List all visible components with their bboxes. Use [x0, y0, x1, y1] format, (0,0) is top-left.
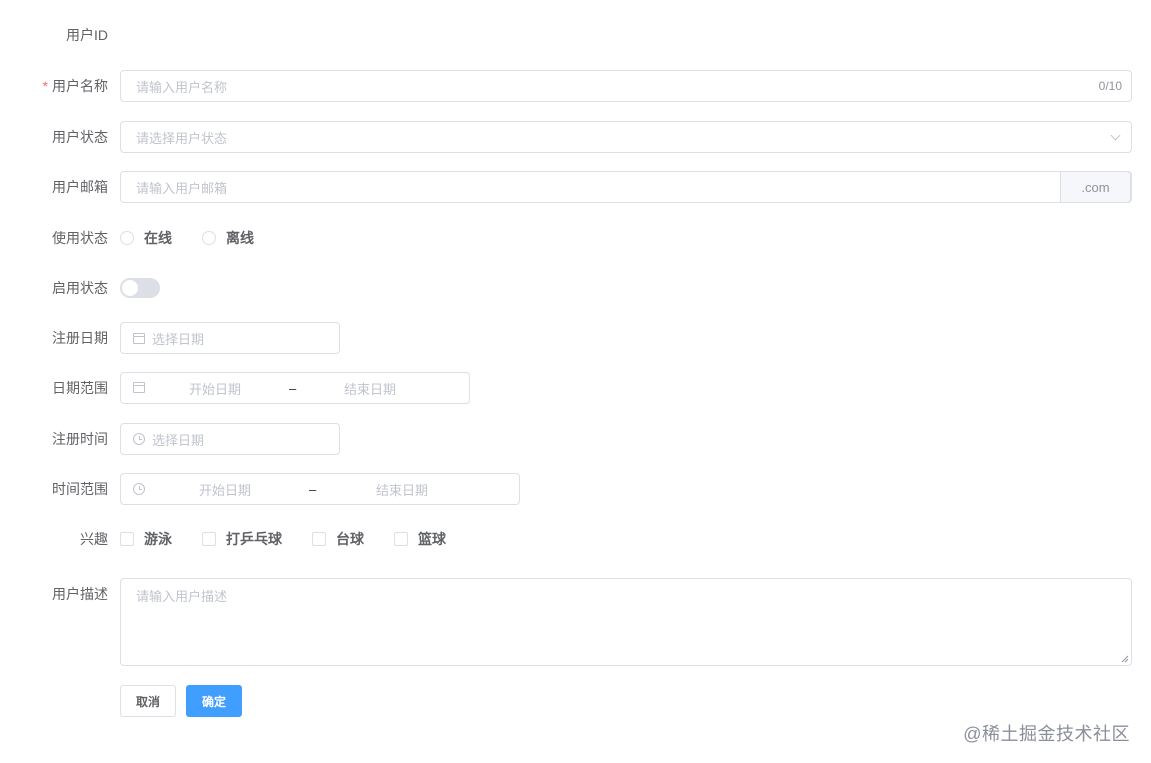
user-name-placeholder: 请输入用户名称 [136, 79, 228, 95]
user-status-label: 用户状态 [52, 129, 108, 145]
radio-offline[interactable]: 离线 [202, 228, 254, 248]
form-item-time-range: 时间范围 开始日期 – 结束日期 [0, 473, 1151, 505]
radio-circle[interactable] [120, 231, 134, 245]
register-date-placeholder: 选择日期 [152, 331, 205, 347]
user-status-placeholder: 请选择用户状态 [136, 130, 228, 146]
register-date-label: 注册日期 [52, 330, 108, 346]
checkbox-box[interactable] [202, 532, 216, 546]
form-item-user-id: 用户ID [0, 24, 1151, 46]
time-range-label: 时间范围 [52, 481, 108, 497]
checkbox-ping-pong[interactable]: 打乒乓球 [202, 529, 282, 549]
confirm-button[interactable]: 确定 [186, 685, 242, 717]
register-time-placeholder: 选择日期 [152, 432, 205, 448]
resize-grip-icon[interactable] [1121, 655, 1129, 663]
radio-online[interactable]: 在线 [120, 228, 172, 248]
form-item-enabled-status: 启用状态 [0, 277, 1151, 299]
user-status-select[interactable]: 请选择用户状态 [120, 121, 1132, 153]
register-date-picker[interactable]: 选择日期 [120, 322, 340, 354]
description-textarea[interactable]: 请输入用户描述 [120, 578, 1132, 666]
clock-icon [133, 483, 145, 495]
date-range-end[interactable]: 结束日期 [344, 379, 396, 398]
email-suffix: .com [1060, 171, 1131, 203]
description-placeholder: 请输入用户描述 [136, 589, 228, 604]
date-range-picker[interactable]: 开始日期 – 结束日期 [120, 372, 470, 404]
user-name-input[interactable]: 请输入用户名称 0/10 [120, 70, 1132, 102]
checkbox-ping-pong-label: 打乒乓球 [226, 531, 282, 547]
form-item-date-range: 日期范围 开始日期 – 结束日期 [0, 372, 1151, 404]
radio-offline-label: 离线 [226, 230, 254, 246]
time-range-separator: – [309, 481, 317, 497]
form-item-usage-status: 使用状态 在线 离线 [0, 227, 1151, 249]
calendar-icon [133, 382, 145, 393]
user-email-placeholder: 请输入用户邮箱 [136, 180, 228, 196]
checkbox-swimming-label: 游泳 [144, 531, 172, 547]
checkbox-swimming[interactable]: 游泳 [120, 529, 172, 549]
required-asterisk: * [42, 78, 48, 94]
watermark: @稀土掘金技术社区 [963, 724, 1130, 744]
checkbox-billiards[interactable]: 台球 [312, 529, 364, 549]
switch-knob [122, 280, 138, 296]
description-label: 用户描述 [52, 586, 108, 602]
user-name-counter: 0/10 [1098, 79, 1122, 93]
form-item-register-date: 注册日期 选择日期 [0, 322, 1151, 354]
form-item-register-time: 注册时间 选择日期 [0, 423, 1151, 455]
date-range-start[interactable]: 开始日期 [189, 379, 241, 398]
time-range-picker[interactable]: 开始日期 – 结束日期 [120, 473, 520, 505]
date-range-label: 日期范围 [52, 380, 108, 396]
checkbox-box[interactable] [312, 532, 326, 546]
time-range-start[interactable]: 开始日期 [199, 480, 251, 499]
enabled-switch[interactable] [120, 278, 160, 298]
radio-online-label: 在线 [144, 230, 172, 246]
date-range-separator: – [289, 380, 297, 396]
checkbox-box[interactable] [120, 532, 134, 546]
user-name-label: * 用户名称 [43, 76, 108, 96]
form-item-interests: 兴趣 游泳 打乒乓球 台球 篮球 [0, 528, 1151, 550]
checkbox-basketball-label: 篮球 [418, 531, 446, 547]
checkbox-basketball[interactable]: 篮球 [394, 529, 446, 549]
form-item-user-name: * 用户名称 请输入用户名称 0/10 [0, 70, 1151, 102]
interests-label: 兴趣 [80, 531, 108, 547]
checkbox-box[interactable] [394, 532, 408, 546]
calendar-icon [133, 332, 145, 344]
enabled-status-label: 启用状态 [52, 280, 108, 296]
radio-circle[interactable] [202, 231, 216, 245]
register-time-label: 注册时间 [52, 431, 108, 447]
time-range-end[interactable]: 结束日期 [376, 480, 428, 499]
user-email-input[interactable]: 请输入用户邮箱 .com [120, 171, 1132, 203]
user-email-label: 用户邮箱 [52, 179, 108, 195]
user-name-label-text: 用户名称 [52, 78, 108, 94]
checkbox-billiards-label: 台球 [336, 531, 364, 547]
clock-icon [133, 433, 145, 445]
chevron-down-icon [1110, 130, 1121, 141]
user-id-label: 用户ID [66, 27, 108, 43]
cancel-button[interactable]: 取消 [120, 685, 176, 717]
form-item-user-status: 用户状态 请选择用户状态 [0, 121, 1151, 153]
register-time-picker[interactable]: 选择日期 [120, 423, 340, 455]
form-item-user-email: 用户邮箱 请输入用户邮箱 .com [0, 171, 1151, 203]
usage-status-label: 使用状态 [52, 230, 108, 246]
